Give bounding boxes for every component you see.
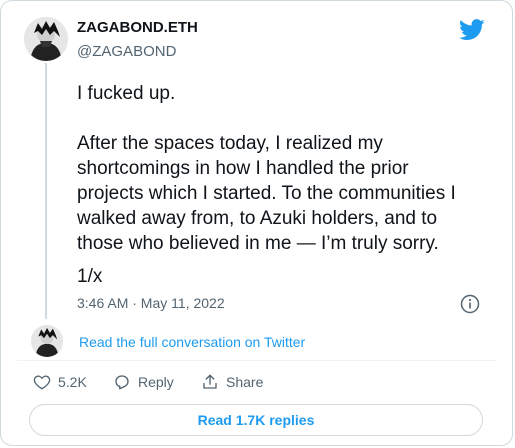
thread-line	[45, 63, 47, 319]
share-action[interactable]: Share	[201, 373, 263, 391]
tweet-text-line1: I fucked up.	[77, 83, 176, 104]
reply-label: Reply	[138, 374, 174, 390]
reply-icon	[115, 375, 129, 390]
like-count: 5.2K	[58, 374, 87, 390]
info-icon[interactable]	[460, 294, 480, 314]
read-replies-button[interactable]: Read 1.7K replies	[29, 404, 483, 436]
author-name[interactable]: ZAGABOND.ETH	[77, 19, 198, 36]
author-handle[interactable]: @ZAGABOND	[77, 43, 176, 60]
tweet-card: ZAGABOND.ETH @ZAGABOND I fucked up. Afte…	[0, 0, 513, 446]
tweet-timestamp[interactable]: 3:46 AM · May 11, 2022	[77, 295, 225, 311]
conversation-avatar[interactable]	[31, 325, 63, 357]
tweet-text-thread-marker: 1/x	[77, 266, 103, 287]
share-icon	[203, 374, 217, 389]
tweet-text-body: After the spaces today, I realized my sh…	[77, 133, 456, 254]
author-avatar[interactable]	[24, 17, 68, 61]
reply-action[interactable]: Reply	[113, 373, 174, 391]
like-action[interactable]: 5.2K	[33, 373, 87, 391]
divider	[17, 360, 497, 361]
share-label: Share	[226, 374, 264, 390]
heart-icon	[33, 375, 51, 390]
read-conversation-link[interactable]: Read the full conversation on Twitter	[79, 334, 305, 350]
twitter-bird-icon[interactable]	[459, 19, 485, 41]
